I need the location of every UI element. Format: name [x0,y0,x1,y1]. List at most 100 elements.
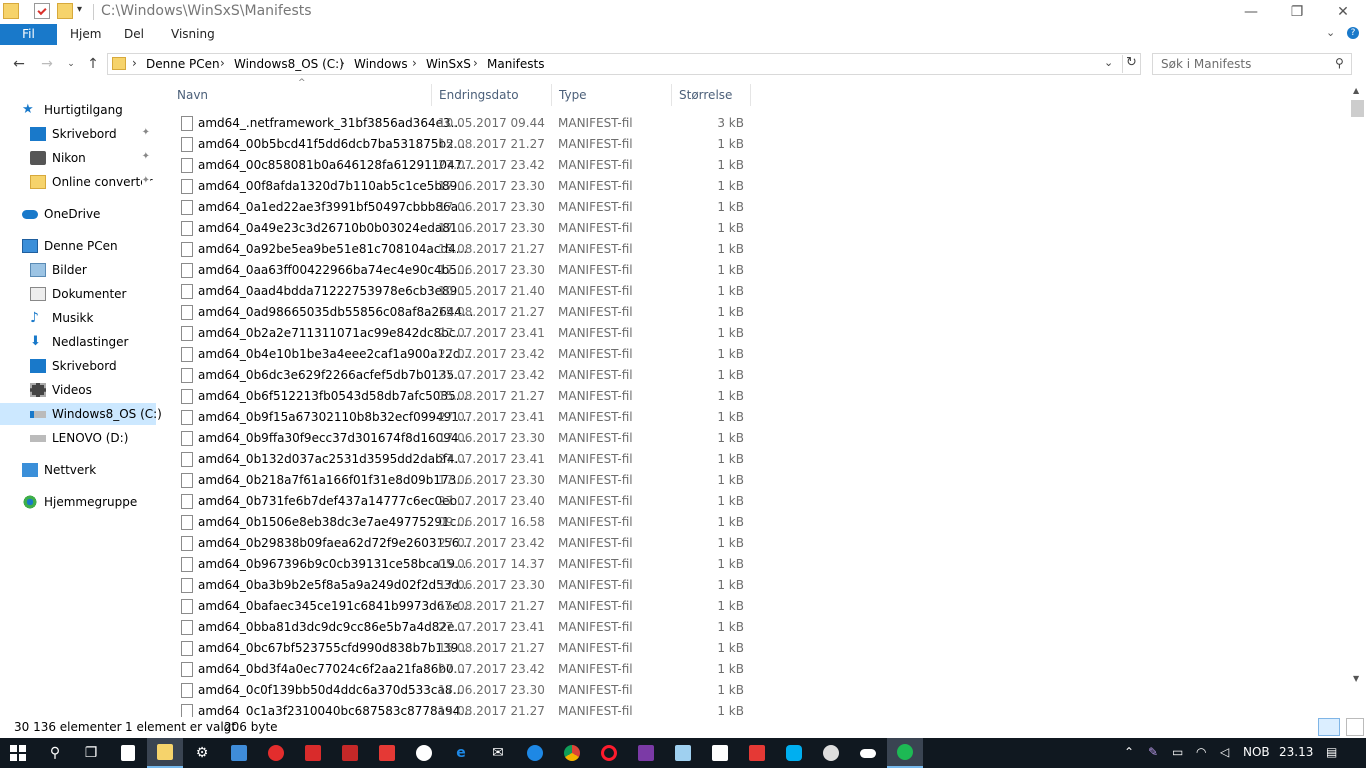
file-row[interactable]: amd64_0b1506e8eb38dc3e7ae49775291c... 09.… [170,512,760,533]
tab-hjem[interactable]: Hjem [70,24,101,45]
app-icon-3[interactable] [295,738,331,768]
sidebar-item-pictures[interactable]: Bilder [30,259,156,281]
file-row[interactable]: amd64_00b5bcd41f5dd6dcb7ba531875b2... 15.… [170,134,760,155]
file-row[interactable]: amd64_0bc67bf523755cfd990d838b7b139... 15… [170,638,760,659]
help-icon[interactable]: ? [1347,27,1359,39]
app-icon-6[interactable] [406,738,442,768]
file-row[interactable]: amd64_0a1ed22ae3f3991bf50497cbbb86a... 17… [170,197,760,218]
restore-button[interactable]: ❐ [1274,0,1320,24]
show-hidden-icons-icon[interactable]: ⌃ [1124,745,1134,759]
column-header-size[interactable]: Størrelse [672,84,751,106]
new-folder-icon[interactable] [57,3,73,19]
large-icons-view-icon[interactable] [1346,718,1364,736]
breadcrumb-denne-pcen[interactable]: Denne PCen [146,57,220,71]
battery-icon[interactable]: ▭ [1172,745,1183,759]
sidebar-item-c-drive[interactable]: Windows8_OS (C:) [0,403,162,425]
spotify-icon[interactable] [887,738,923,768]
language-indicator[interactable]: NOB [1243,745,1270,759]
breadcrumb-manifests[interactable]: Manifests [487,57,544,71]
sidebar-item-desktop-pc[interactable]: Skrivebord [30,355,156,377]
breadcrumb-separator[interactable]: › [132,56,137,70]
file-explorer-icon[interactable] [147,738,183,768]
file-row[interactable]: amd64_0b967396b9c0cb39131ce58bca19... 05.… [170,554,760,575]
file-row[interactable]: amd64_0b29838b09faea62d72f9e2603156... 27… [170,533,760,554]
app-icon-4[interactable] [332,738,368,768]
address-box[interactable]: › Denne PCen › Windows8_OS (C:) › Window… [107,53,1141,75]
minimize-button[interactable]: — [1228,0,1274,24]
sidebar-item-quick-access[interactable]: ★ Hurtigtilgang [22,99,156,121]
search-icon[interactable]: ⚲ [37,738,73,768]
start-button[interactable] [0,738,36,768]
file-row[interactable]: amd64_0b132d037ac2531d3595dd2dabf4... 27.… [170,449,760,470]
app-icon-8[interactable] [665,738,701,768]
search-icon[interactable]: ⚲ [1335,56,1344,70]
up-button[interactable]: ↑ [82,54,104,74]
file-row[interactable]: amd64_0b4e10b1be3a4eee2caf1a900a12d... 27… [170,344,760,365]
task-view-icon[interactable]: ❐ [73,738,109,768]
search-input[interactable]: Søk i Manifests [1161,57,1251,71]
sidebar-item-onedrive[interactable]: OneDrive [22,203,156,225]
file-row[interactable]: amd64_0ba3b9b2e5f8a5a9a249d02f2d53d... 17… [170,575,760,596]
file-row[interactable]: amd64_0c0f139bb50d4ddc6a370d533ca8... 17.… [170,680,760,701]
file-row[interactable]: amd64_00c858081b0a646128fa612911047... 27… [170,155,760,176]
breadcrumb-c-drive[interactable]: Windows8_OS (C:) [234,57,344,71]
file-row[interactable]: amd64_0c1a3f2310040bc687583c8778a94... 15… [170,701,760,717]
calculator-icon[interactable] [739,738,775,768]
tab-fil[interactable]: Fil [0,24,57,45]
file-row[interactable]: amd64_0b731fe6b7def437a14777c6ec0eb... 27… [170,491,760,512]
skype-icon[interactable] [776,738,812,768]
sidebar-item-nikon[interactable]: Nikon ✦ [30,147,156,169]
sidebar-item-music[interactable]: ♪ Musikk [30,307,156,329]
sidebar-item-online-converter[interactable]: Online converter ✦ [30,171,156,193]
customize-toolbar-icon[interactable]: ▾ [77,4,82,15]
app-icon-5[interactable] [369,738,405,768]
forward-button[interactable]: → [36,54,58,74]
file-row[interactable]: amd64_0aad4bdda71222753978e6cb3e89... 10.… [170,281,760,302]
app-icon-7[interactable] [517,738,553,768]
sidebar-item-desktop[interactable]: Skrivebord ✦ [30,123,156,145]
sidebar-item-d-drive[interactable]: LENOVO (D:) [30,427,156,449]
breadcrumb-separator[interactable]: › [220,56,225,70]
file-row[interactable]: amd64_0a92be5ea9be51e81c708104acd4... 15.… [170,239,760,260]
breadcrumb-separator[interactable]: › [412,56,417,70]
opera-icon[interactable] [591,738,627,768]
file-row[interactable]: amd64_00f8afda1320d7b110ab5c1ce5b89... 17… [170,176,760,197]
breadcrumb-separator[interactable]: › [340,56,345,70]
file-row[interactable]: amd64_0bd3f4a0ec77024c6f2aa21fa86b0... 27… [170,659,760,680]
file-row[interactable]: amd64_.netframework_31bf3856ad364e3... 10… [170,113,760,134]
file-row[interactable]: amd64_0b6f512213fb0543d58db7afc5085... 15… [170,386,760,407]
file-row[interactable]: amd64_0a49e23c3d26710b0b03024eda81... 17.… [170,218,760,239]
onenote-icon[interactable] [628,738,664,768]
file-row[interactable]: amd64_0b2a2e711311071ac99e842dc8bc... 27.… [170,323,760,344]
app-icon-1[interactable] [221,738,257,768]
file-row[interactable]: amd64_0b218a7f61a166f01f31e8d09b173... 17… [170,470,760,491]
breadcrumb-separator[interactable]: › [473,56,478,70]
clock[interactable]: 23.13 [1279,745,1313,759]
file-row[interactable]: amd64_0b6dc3e629f2266acfef5db7b0135... 27… [170,365,760,386]
close-button[interactable]: ✕ [1320,0,1366,24]
vertical-scrollbar[interactable]: ▲ ▼ [1349,84,1366,716]
file-row[interactable]: amd64_0b9ffa30f9ecc37d301674f8d16094... 1… [170,428,760,449]
onedrive-icon[interactable] [850,738,886,768]
sidebar-item-network[interactable]: Nettverk [22,459,156,481]
back-button[interactable]: ← [8,54,30,74]
app-icon-9[interactable] [813,738,849,768]
sidebar-item-downloads[interactable]: ⬇ Nedlastinger [30,331,156,353]
sidebar-item-videos[interactable]: Videos [30,379,156,401]
breadcrumb-windows[interactable]: Windows [354,57,408,71]
chrome-icon[interactable] [554,738,590,768]
wifi-icon[interactable]: ◠ [1196,745,1206,759]
search-box[interactable]: Søk i Manifests ⚲ [1152,53,1352,75]
file-row[interactable]: amd64_0bafaec345ce191c6841b9973d67e... 15… [170,596,760,617]
scroll-up-icon[interactable]: ▲ [1353,86,1359,95]
action-center-icon[interactable]: ▤ [1326,745,1337,759]
expand-ribbon-icon[interactable]: ⌄ [1326,26,1335,39]
pin-icon[interactable]: ✦ [142,127,150,138]
tab-visning[interactable]: Visning [171,24,215,45]
sidebar-item-documents[interactable]: Dokumenter [30,283,156,305]
recent-locations-button[interactable]: ⌄ [60,54,82,74]
column-header-type[interactable]: Type [552,84,672,106]
mail-icon[interactable]: ✉ [480,738,516,768]
file-row[interactable]: amd64_0b9f15a67302110b8b32ecf099491... 27… [170,407,760,428]
breadcrumb-winsxs[interactable]: WinSxS [426,57,471,71]
